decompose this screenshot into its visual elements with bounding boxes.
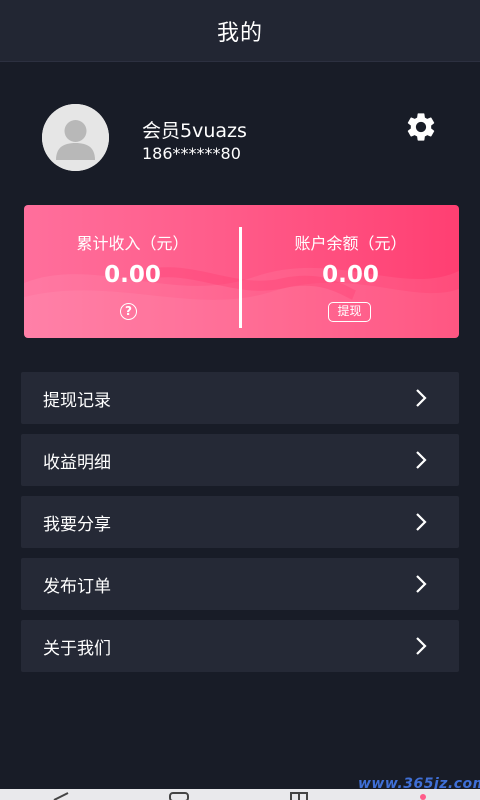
chevron-right-icon [416, 389, 427, 407]
balance-panel: 账户余额（元） 0.00 提现 [242, 205, 459, 338]
balance-label: 账户余额（元） [294, 234, 407, 253]
gear-icon [407, 113, 435, 141]
balance-value: 0.00 [322, 262, 379, 288]
menu-item-about-us[interactable]: 关于我们 [21, 620, 459, 672]
help-icon[interactable]: ? [120, 303, 137, 320]
phone-number: 186******80 [142, 144, 241, 163]
total-income-panel: 累计收入（元） 0.00 ? [24, 205, 241, 338]
menu-nav-icon[interactable] [412, 791, 434, 800]
home-nav-icon[interactable] [168, 791, 190, 800]
chevron-right-icon [416, 575, 427, 593]
total-income-value: 0.00 [104, 262, 161, 288]
withdraw-button[interactable]: 提现 [328, 302, 371, 322]
earnings-card: 累计收入（元） 0.00 ? 账户余额（元） 0.00 提现 [24, 205, 459, 338]
bottom-nav [0, 789, 480, 800]
menu-item-label: 关于我们 [43, 639, 111, 659]
chevron-right-icon [416, 451, 427, 469]
menu-item-label: 发布订单 [43, 577, 111, 597]
chevron-right-icon [416, 513, 427, 531]
top-bar: 我的 [0, 0, 480, 62]
chevron-right-icon [416, 637, 427, 655]
user-silhouette-icon [42, 104, 109, 171]
menu-item-publish-order[interactable]: 发布订单 [21, 558, 459, 610]
menu-item-income-details[interactable]: 收益明细 [21, 434, 459, 486]
settings-button[interactable] [404, 110, 438, 144]
menu-item-label: 提现记录 [43, 391, 111, 411]
username: 会员5vuazs [142, 120, 247, 142]
total-income-label: 累计收入（元） [76, 234, 189, 253]
back-nav-icon[interactable] [50, 791, 72, 800]
menu-item-label: 我要分享 [43, 515, 111, 535]
avatar[interactable] [42, 104, 109, 171]
menu-item-share[interactable]: 我要分享 [21, 496, 459, 548]
recent-apps-nav-icon[interactable] [288, 791, 310, 800]
menu-item-withdraw-history[interactable]: 提现记录 [21, 372, 459, 424]
page-title: 我的 [216, 20, 263, 46]
menu-item-label: 收益明细 [43, 453, 111, 473]
